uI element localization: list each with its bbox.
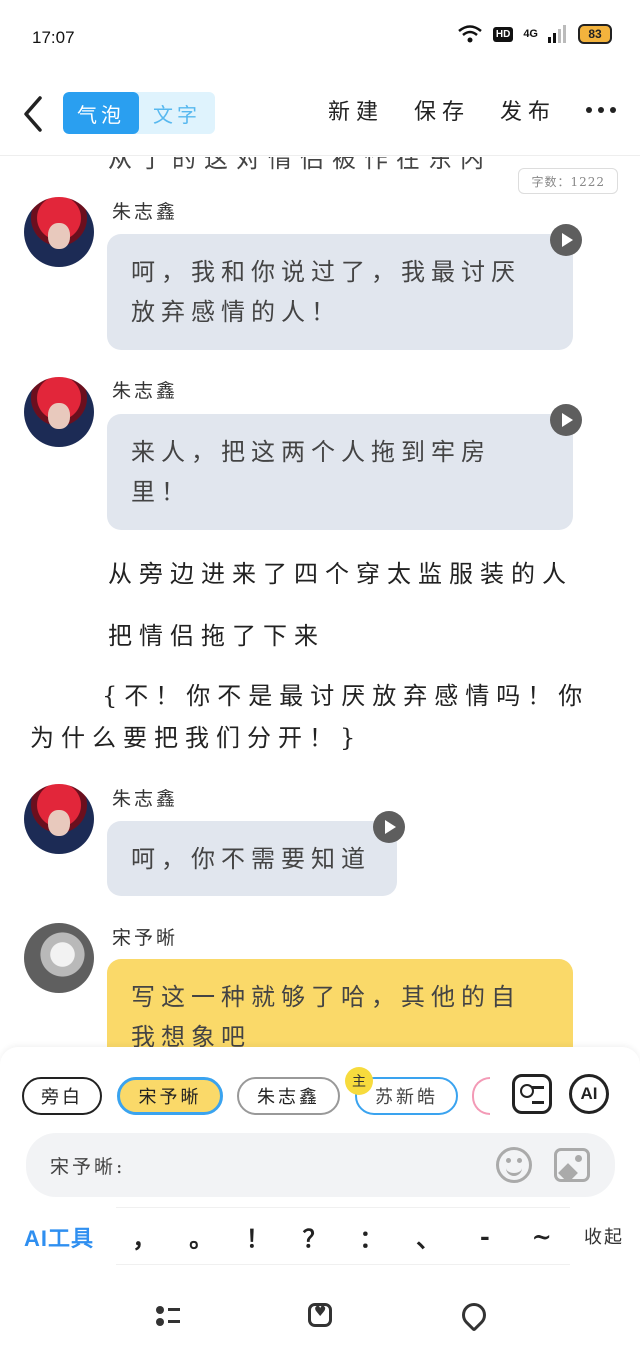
battery-level: 83 xyxy=(588,27,602,41)
message-line: 来人，把这两个人拖到牢房 xyxy=(131,438,491,466)
role-chip-zhu-zhixin[interactable]: 朱志鑫 xyxy=(237,1077,340,1115)
word-count-badge: 字数：1222 xyxy=(518,168,618,194)
punct-question-key[interactable]: ？ xyxy=(295,1219,335,1254)
status-time: 17:07 xyxy=(32,28,75,47)
speaker-name: 朱志鑫 xyxy=(112,201,179,223)
contact-card-icon[interactable] xyxy=(512,1074,552,1114)
punct-exclaim-key[interactable]: ！ xyxy=(238,1219,278,1254)
punct-enum-comma-key[interactable]: 、 xyxy=(408,1219,448,1254)
story-content: 从了的这对情侣被作在东内 字数：1222 朱志鑫 呵，我和你说过了，我最讨厌 放… xyxy=(0,157,640,1047)
narration-line: 为什么要把我们分开！} xyxy=(30,724,363,752)
punct-colon-key[interactable]: ： xyxy=(351,1219,391,1254)
back-arrow-icon[interactable] xyxy=(18,94,50,134)
status-icons: HD 4G 83 xyxy=(457,24,612,44)
punctuation-bar: ， 。 ！ ？ ： 、 - ~ xyxy=(116,1207,570,1265)
mode-toggle: 气泡 文字 xyxy=(63,92,215,134)
avatar[interactable] xyxy=(24,784,94,854)
bottom-nav xyxy=(0,1295,640,1335)
role-chip-song-yuxi[interactable]: 宋予晰 xyxy=(117,1077,223,1115)
speaker-name: 宋予晰 xyxy=(112,927,179,949)
mode-bubble-tab[interactable]: 气泡 xyxy=(63,92,139,134)
ai-button[interactable]: AI xyxy=(569,1074,609,1114)
tag-icon[interactable] xyxy=(457,1298,491,1332)
new-button[interactable]: 新建 xyxy=(328,94,384,126)
battery-icon: 83 xyxy=(578,24,612,44)
message-line: 放弃感情的人！ xyxy=(131,298,341,326)
input-speaker-label: 宋予晰: xyxy=(50,1156,126,1178)
save-button[interactable]: 保存 xyxy=(414,94,470,126)
punct-period-key[interactable]: 。 xyxy=(181,1219,221,1254)
publish-button[interactable]: 发布 xyxy=(500,94,556,126)
network-label: 4G xyxy=(523,28,538,40)
avatar[interactable] xyxy=(24,197,94,267)
message-bubble[interactable]: 呵，我和你说过了，我最讨厌 放弃感情的人！ xyxy=(107,234,573,350)
more-options-icon[interactable] xyxy=(586,107,616,113)
narration-line: {不！你不是最讨厌放弃感情吗！你 xyxy=(102,682,590,710)
speaker-name: 朱志鑫 xyxy=(112,788,179,810)
bottom-panel: 旁白 宋予晰 朱志鑫 苏新皓 主 AI 宋予晰: AI工具 ， 。 ！ ？ ： … xyxy=(0,1047,640,1351)
role-chip-partial[interactable] xyxy=(472,1077,490,1115)
image-icon[interactable] xyxy=(554,1148,590,1182)
avatar[interactable] xyxy=(24,377,94,447)
tool-row: AI工具 ， 。 ！ ？ ： 、 - ~ 收起 xyxy=(0,1207,640,1265)
message-line: 里！ xyxy=(131,478,191,506)
message-line: 写这一种就够了哈，其他的自 xyxy=(131,983,521,1011)
narration-line: 从旁边进来了四个穿太监服装的人 xyxy=(108,560,573,588)
signal-icon xyxy=(548,25,566,43)
punct-comma-key[interactable]: ， xyxy=(124,1219,164,1254)
top-actions: 新建 保存 发布 xyxy=(328,94,616,126)
ai-tools-button[interactable]: AI工具 xyxy=(24,1221,94,1253)
message-bubble[interactable]: 来人，把这两个人拖到牢房 里！ xyxy=(107,414,573,530)
collapse-button[interactable]: 收起 xyxy=(584,1223,624,1249)
hd-badge: HD xyxy=(492,26,514,42)
message-bubble[interactable]: 写这一种就够了哈，其他的自 我想象吧 xyxy=(107,959,573,1047)
status-bar: 17:07 HD 4G 83 xyxy=(0,0,640,76)
mode-text-tab[interactable]: 文字 xyxy=(139,92,215,134)
message-line: 我想象吧 xyxy=(131,1023,251,1047)
top-toolbar: 气泡 文字 新建 保存 发布 xyxy=(0,76,640,156)
message-line: 呵，我和你说过了，我最讨厌 xyxy=(131,258,521,286)
narration-line: 把情侣拖了下来 xyxy=(108,622,325,650)
punct-dash-key[interactable]: - xyxy=(465,1222,505,1251)
play-icon[interactable] xyxy=(373,811,405,843)
avatar[interactable] xyxy=(24,923,94,993)
role-list-icon[interactable] xyxy=(156,1303,180,1327)
main-role-badge: 主 xyxy=(345,1067,373,1095)
play-icon[interactable] xyxy=(550,224,582,256)
speaker-name: 朱志鑫 xyxy=(112,380,179,402)
favorite-icon[interactable] xyxy=(308,1303,332,1327)
message-bubble[interactable]: 呵，你不需要知道 xyxy=(107,821,397,896)
role-chip-narrator[interactable]: 旁白 xyxy=(22,1077,102,1115)
emoji-icon[interactable] xyxy=(496,1147,532,1183)
wifi-icon xyxy=(458,25,482,43)
play-icon[interactable] xyxy=(550,404,582,436)
dialogue-input[interactable]: 宋予晰: xyxy=(26,1133,615,1197)
narration-cutoff: 从了的这对情侣被作在东内 xyxy=(108,157,492,173)
punct-tilde-key[interactable]: ~ xyxy=(522,1222,562,1251)
message-line: 呵，你不需要知道 xyxy=(131,845,371,873)
